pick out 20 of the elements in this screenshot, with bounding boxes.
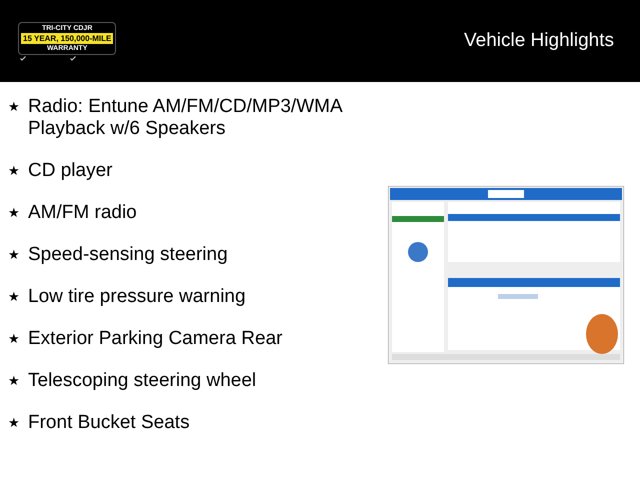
star-bullet: ★ <box>8 162 20 180</box>
highlight-text: AM/FM radio <box>28 202 138 224</box>
highlight-text: Telescoping steering wheel <box>28 370 258 392</box>
logo-text: 15 YEAR, 150,000-MILE <box>21 32 114 44</box>
star-bullet: ★ <box>8 372 20 390</box>
highlight-text: Low tire pressure warning <box>28 286 247 308</box>
highlight-text: Exterior Parking Camera Rear <box>28 328 284 350</box>
highlight-text: Front Bucket Seats <box>28 412 191 434</box>
highlight-text: Radio: Entune AM/FM/CD/MP3/WMA Playback w/6 Speakers <box>28 96 344 140</box>
star-bullet: ★ <box>8 246 20 264</box>
star-bullet: ★ <box>8 98 20 116</box>
check-icon <box>20 56 26 60</box>
highlight-text: Speed-sensing steering <box>28 244 229 266</box>
star-bullet: ★ <box>8 204 20 222</box>
page-title: Vehicle Highlights <box>464 28 614 53</box>
star-bullet: ★ <box>8 414 20 432</box>
star-bullet: ★ <box>8 288 20 306</box>
star-bullet: ★ <box>8 330 20 348</box>
check-icon <box>70 56 76 60</box>
highlight-text: CD player <box>28 160 114 182</box>
